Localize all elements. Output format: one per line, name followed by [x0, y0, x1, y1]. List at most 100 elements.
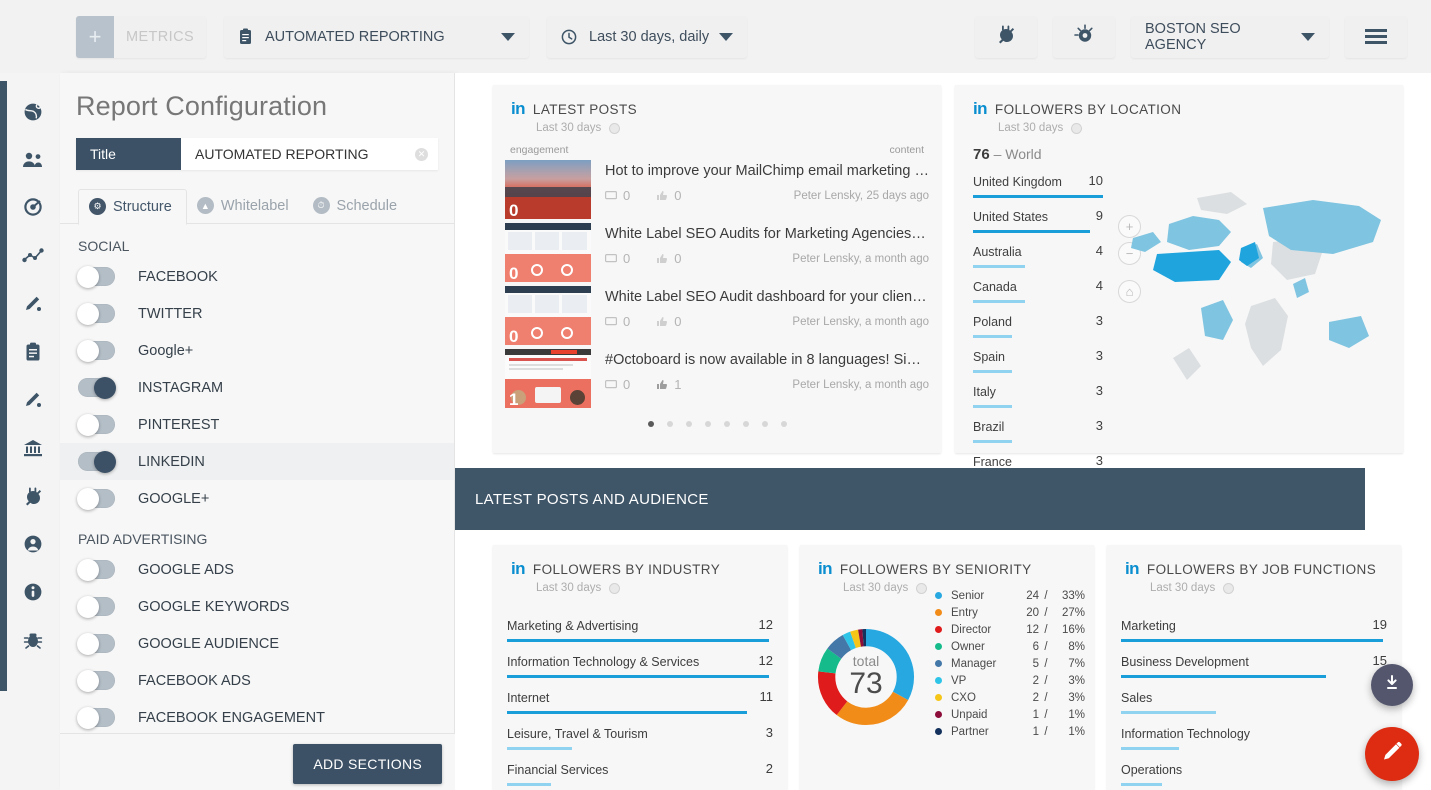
- toggle-row-pinterest[interactable]: PINTEREST: [60, 406, 454, 443]
- users-icon: [22, 151, 44, 174]
- pager-dot[interactable]: [685, 421, 692, 427]
- toggle-googleplus[interactable]: [77, 339, 115, 362]
- info-dot-icon[interactable]: [1223, 582, 1235, 594]
- pager-dot[interactable]: [723, 421, 730, 427]
- legend-item: Entry 20 /27%: [935, 604, 1085, 621]
- legend-swatch: [935, 711, 942, 718]
- comments-metric: 0: [605, 377, 630, 392]
- list-item[interactable]: 0 White Label SEO Audits for Marketing A…: [493, 223, 941, 282]
- comment-icon: [605, 253, 617, 262]
- clipboard-icon: [238, 28, 253, 45]
- section-banner: LATEST POSTS AND AUDIENCE: [455, 468, 1365, 530]
- edit-report-button[interactable]: [1365, 727, 1419, 781]
- comments-metric: 0: [605, 314, 630, 329]
- legend-item: Unpaid 1 /1%: [935, 706, 1085, 723]
- tab-structure[interactable]: ⚙ Structure: [78, 189, 187, 225]
- date-range-selector[interactable]: Last 30 days, daily: [547, 15, 747, 58]
- carousel-pager[interactable]: [493, 421, 941, 427]
- toggle-row-instagram[interactable]: INSTAGRAM: [60, 369, 454, 406]
- pager-dot[interactable]: [704, 421, 711, 427]
- linkedin-icon: in: [973, 99, 988, 118]
- title-input-value: AUTOMATED REPORTING: [195, 146, 369, 162]
- sidebar-item-share-nodes[interactable]: [0, 234, 66, 282]
- clear-circle-icon[interactable]: ✕: [415, 147, 428, 161]
- world-map[interactable]: [1123, 180, 1393, 395]
- globe-icon: [23, 102, 43, 127]
- sidebar-item-edit[interactable]: [0, 378, 66, 426]
- hamburger-icon: [1365, 26, 1387, 47]
- bank-icon: [23, 439, 43, 462]
- add-metrics-button[interactable]: + METRICS: [76, 15, 206, 58]
- report-canvas: in LATEST POSTS Last 30 days engagement …: [455, 73, 1431, 790]
- job-function-row: Media and Communication: [1121, 786, 1401, 790]
- toggle-row-google-ads[interactable]: GOOGLE ADS: [60, 551, 454, 588]
- info-dot-icon[interactable]: [609, 582, 621, 594]
- title-field-label: Title: [76, 138, 181, 170]
- pager-dot[interactable]: [780, 421, 787, 427]
- toggle-google-ads[interactable]: [77, 558, 115, 581]
- toggle-row-twitter[interactable]: TWITTER: [60, 295, 454, 332]
- list-item[interactable]: 0 White Label SEO Audit dashboard for yo…: [493, 286, 941, 345]
- info-dot-icon[interactable]: [609, 122, 621, 134]
- sidebar-item-info[interactable]: [0, 570, 66, 618]
- sidebar-item-pencil[interactable]: [0, 282, 66, 330]
- toggle-instagram[interactable]: [78, 376, 116, 399]
- config-tabs: ⚙ Structure ▲ Whitelabel ⏱ Schedule: [78, 188, 454, 225]
- toggle-row-google-audience[interactable]: GOOGLE AUDIENCE: [60, 625, 454, 662]
- alerts-button[interactable]: [1053, 15, 1115, 58]
- toggle-row-linkedin[interactable]: LINKEDIN: [60, 443, 454, 480]
- toggle-linkedin[interactable]: [78, 450, 116, 473]
- toggle-google-keywords[interactable]: [77, 595, 115, 618]
- location-row: Brazil 3: [973, 408, 1103, 443]
- toggle-row-facebook-ads[interactable]: FACEBOOK ADS: [60, 662, 454, 699]
- sidebar-item-integrations[interactable]: [0, 474, 66, 522]
- sidebar-item-account[interactable]: [0, 522, 66, 570]
- agency-selector[interactable]: BOSTON SEO AGENCY: [1131, 15, 1329, 58]
- industry-row: Financial Services 2: [507, 750, 787, 786]
- toggle-google-plus-2[interactable]: [77, 487, 115, 510]
- main-menu-button[interactable]: [1345, 15, 1407, 58]
- toggle-facebook-engagement[interactable]: [77, 706, 115, 729]
- pager-dot[interactable]: [761, 421, 768, 427]
- tab-whitelabel-label: Whitelabel: [220, 197, 289, 214]
- toggle-row-facebook-engagement[interactable]: FACEBOOK ENGAGEMENT: [60, 699, 454, 736]
- sidebar-item-bank[interactable]: [0, 426, 66, 474]
- report-selector[interactable]: AUTOMATED REPORTING: [224, 15, 529, 58]
- tab-whitelabel[interactable]: ▲ Whitelabel: [187, 188, 303, 224]
- toggle-row-googleplus[interactable]: Google+: [60, 332, 454, 369]
- add-sections-button[interactable]: ADD SECTIONS: [293, 744, 442, 784]
- integrations-button[interactable]: [975, 15, 1037, 58]
- info-dot-icon[interactable]: [916, 582, 928, 594]
- toggle-row-google-keywords[interactable]: GOOGLE KEYWORDS: [60, 588, 454, 625]
- tab-schedule[interactable]: ⏱ Schedule: [303, 188, 411, 224]
- pager-dot[interactable]: [742, 421, 749, 427]
- widget-title: FOLLOWERS BY LOCATION: [994, 101, 1182, 117]
- title-input[interactable]: AUTOMATED REPORTING ✕: [181, 138, 438, 170]
- sidebar-item-globe[interactable]: [0, 90, 66, 138]
- sidebar-item-reports[interactable]: [0, 330, 66, 378]
- legend-item: Partner 1 /1%: [935, 723, 1085, 740]
- plug-icon: [996, 24, 1017, 49]
- pencil-icon: [23, 294, 43, 319]
- sidebar-item-users[interactable]: [0, 138, 66, 186]
- pager-dot[interactable]: [647, 421, 654, 427]
- sidebar-item-target[interactable]: [0, 186, 66, 234]
- toggle-pinterest[interactable]: [77, 413, 115, 436]
- download-report-button[interactable]: [1371, 664, 1413, 706]
- sidebar-item-bug[interactable]: [0, 618, 66, 666]
- toggle-row-google-plus-2[interactable]: GOOGLE+: [60, 480, 454, 517]
- seniority-donut-chart[interactable]: total 73: [814, 625, 918, 729]
- toggle-row-facebook[interactable]: FACEBOOK: [60, 258, 454, 295]
- toggle-facebook[interactable]: [77, 265, 115, 288]
- info-dot-icon[interactable]: [1071, 122, 1083, 134]
- pager-dot[interactable]: [666, 421, 673, 427]
- toggle-facebook-ads[interactable]: [77, 669, 115, 692]
- toggle-twitter[interactable]: [77, 302, 115, 325]
- left-icon-rail: [0, 73, 66, 790]
- likes-metric: 1: [656, 377, 681, 392]
- list-item[interactable]: 0 Hot to improve your MailChimp email ma…: [493, 160, 941, 219]
- thumbs-up-icon: [657, 317, 668, 326]
- toggle-google-audience[interactable]: [77, 632, 115, 655]
- list-item[interactable]: 1 #Octoboard is now available in 8 langu…: [493, 349, 941, 408]
- whitelabel-icon: ▲: [196, 197, 214, 214]
